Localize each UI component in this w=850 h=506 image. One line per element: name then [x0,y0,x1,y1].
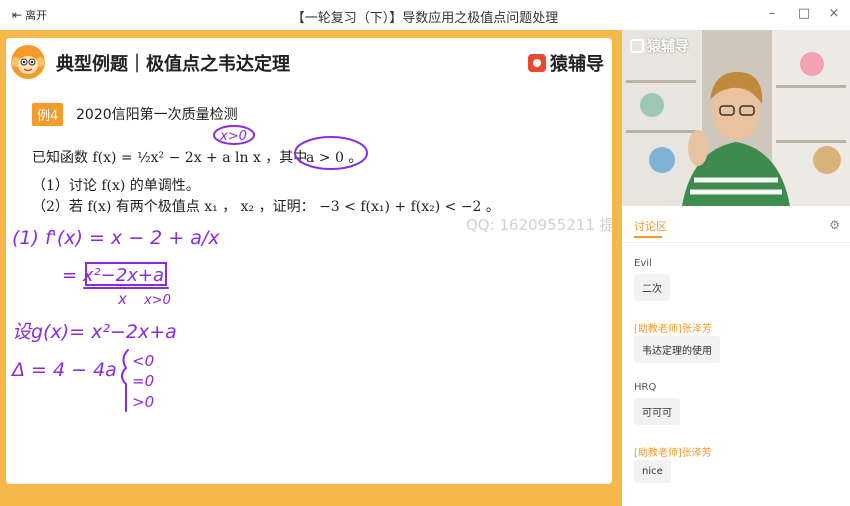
message-author: Evil [634,258,652,269]
ink-numerator: = x²−2x+a [62,265,164,286]
ink-case-gt: >0 [132,393,154,411]
ink-domain-condition: x>0 [143,293,171,308]
tab-underline [634,236,662,238]
ink-discriminant: Δ = 4 − 4a [10,359,117,381]
ink-g-definition: 设g(x)= x²−2x+a [12,321,177,343]
lecture-stage: 典型例题｜极值点之韦达定理 猿辅导 例4 2020信阳第一次质量检测 已知函数 … [0,30,622,506]
message-bubble: 韦达定理的使用 [634,336,720,363]
camera-video-frame [622,30,850,206]
message-author: HRQ [634,382,657,393]
message-bubble: 可可可 [634,398,680,425]
message-author: [助教老师]张泽芳 [634,324,712,335]
message-bubble: 二次 [634,274,670,301]
tab-discussion[interactable]: 讨论区 [634,218,667,234]
handwriting-layer: x>0 (1) f'(x) = x − 2 + a/x = x²−2x+a x … [10,125,368,412]
discussion-panel: 讨论区 ⚙ Evil 二次 [助教老师]张泽芳 韦达定理的使用 HRQ 可可可 … [622,206,850,506]
ink-case-eq: =0 [132,372,154,390]
settings-icon[interactable]: ⚙ [829,218,840,232]
message-bubble: nice [634,460,671,483]
ink-brace [121,349,129,412]
camera-brand-name: 猿辅导 [647,39,689,55]
window-title: 【一轮复习（下）】导数应用之极值点问题处理 [291,11,559,26]
ink-derivative-line: (1) f'(x) = x − 2 + a/x [12,227,220,249]
teacher-camera: 猿辅导 [622,30,850,206]
camera-brand-icon [630,39,644,53]
ink-case-lt: <0 [132,352,154,370]
slide: 典型例题｜极值点之韦达定理 猿辅导 例4 2020信阳第一次质量检测 已知函数 … [6,38,612,484]
divider [622,242,850,243]
close-button[interactable]: × [824,6,844,21]
camera-brand-logo: 猿辅导 [630,36,689,56]
message-author: [助教老师]张泽芳 [634,448,712,459]
ink-domain-note: x>0 [219,129,247,144]
ink-circle-condition [294,136,368,170]
maximize-button[interactable]: □ [794,6,814,21]
minimize-button[interactable]: – [762,6,782,21]
title-bar: ⇤ 离开 【一轮复习（下）】导数应用之极值点问题处理 – □ × [0,0,850,31]
ink-denominator: x [117,290,127,308]
